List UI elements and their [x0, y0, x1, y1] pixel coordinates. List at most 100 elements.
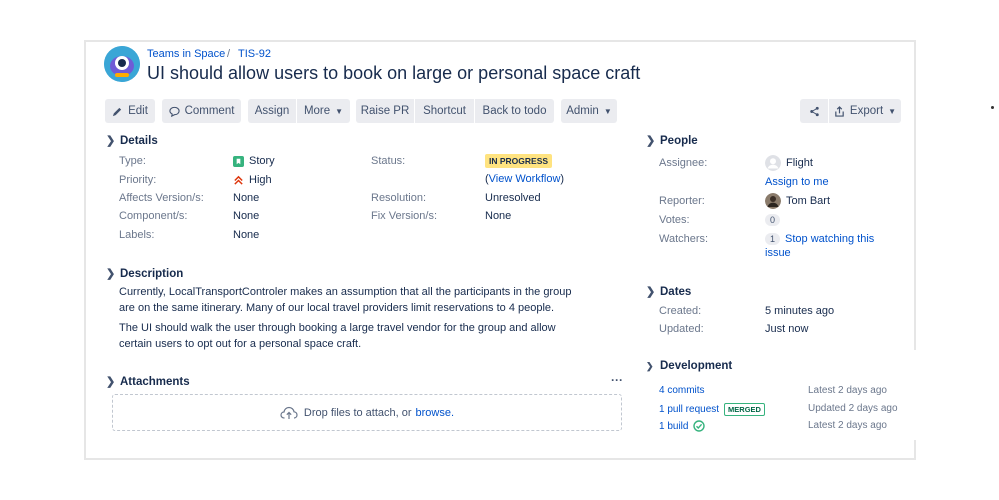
- build-time: Latest 2 days ago: [808, 420, 887, 431]
- breadcrumb-issue-key[interactable]: TIS-92: [238, 48, 271, 60]
- status-label: Status:: [371, 155, 406, 167]
- commits-time: Latest 2 days ago: [808, 385, 887, 396]
- back-to-todo-button[interactable]: Back to todo: [475, 99, 554, 123]
- watchers-count: 1: [765, 233, 781, 245]
- view-workflow-link[interactable]: View Workflow: [489, 173, 561, 185]
- shortcut-label: Shortcut: [423, 105, 466, 117]
- details-heading-label: Details: [120, 134, 158, 147]
- resolution-label: Resolution:: [371, 192, 427, 204]
- more-label: More: [303, 105, 331, 117]
- breadcrumb-project[interactable]: Teams in Space: [147, 48, 225, 60]
- status-value[interactable]: IN PROGRESS: [485, 154, 553, 168]
- stop-watching-link-cont[interactable]: issue: [765, 247, 791, 259]
- chevron-down-icon: ▼: [603, 106, 612, 116]
- description-line: certain users to opt out for a personal …: [119, 338, 362, 350]
- created-value: 5 minutes ago: [765, 305, 835, 317]
- stray-dot: [991, 106, 994, 109]
- commits-link[interactable]: 4 commits: [659, 385, 705, 396]
- assign-button[interactable]: Assign: [248, 99, 296, 123]
- assignee-value[interactable]: Flight: [765, 155, 813, 171]
- type-label: Type:: [119, 155, 146, 167]
- development-heading[interactable]: ❯ Development: [646, 360, 732, 372]
- description-line: Currently, LocalTransportControler makes…: [119, 286, 572, 298]
- avatar: [765, 155, 781, 171]
- admin-button[interactable]: Admin ▼: [561, 99, 617, 123]
- story-icon: [233, 155, 244, 167]
- description-heading[interactable]: ❯ Description: [106, 267, 184, 281]
- edit-label: Edit: [128, 105, 148, 117]
- reporter-value[interactable]: Tom Bart: [765, 193, 830, 209]
- stop-watching-link[interactable]: Stop watching this: [785, 232, 874, 247]
- watchers-value[interactable]: 1 Stop watching this: [765, 232, 874, 247]
- back-to-todo-label: Back to todo: [482, 105, 547, 117]
- resolution-value: Unresolved: [485, 192, 541, 204]
- project-avatar[interactable]: [104, 46, 140, 82]
- priority-label: Priority:: [119, 174, 157, 186]
- merged-badge: MERGED: [724, 403, 765, 416]
- attachments-heading[interactable]: ❯ Attachments: [106, 375, 190, 389]
- priority-high-icon: [234, 175, 243, 185]
- pull-request-label: 1 pull request: [659, 404, 720, 415]
- type-value-text: Story: [249, 155, 275, 167]
- affects-value: None: [233, 192, 260, 204]
- avatar: [765, 193, 781, 209]
- assignee-label: Assignee:: [659, 157, 708, 169]
- share-button[interactable]: [800, 99, 828, 123]
- chevron-right-icon: ❯: [106, 268, 116, 280]
- assign-label: Assign: [254, 105, 290, 117]
- description-heading-label: Description: [120, 267, 184, 280]
- admin-label: Admin: [566, 105, 599, 117]
- people-heading[interactable]: ❯ People: [646, 134, 698, 148]
- export-label: Export: [849, 105, 884, 117]
- share-icon: [809, 106, 819, 116]
- pull-request-link[interactable]: 1 pull request MERGED: [659, 403, 765, 416]
- dates-heading[interactable]: ❯ Dates: [646, 285, 692, 299]
- chevron-right-icon: ❯: [646, 135, 656, 147]
- description-line: are on the same itinerary. Many of our l…: [119, 302, 555, 314]
- pull-request-time: Updated 2 days ago: [808, 403, 898, 414]
- description-paragraph-2: The UI should walk the user through book…: [119, 320, 589, 352]
- edit-button[interactable]: Edit: [105, 99, 155, 123]
- description-line: The UI should walk the user through book…: [119, 322, 556, 334]
- stop-watching-line: Stop watching this: [785, 233, 875, 245]
- view-workflow[interactable]: ( View Workflow ): [485, 173, 564, 185]
- comment-button[interactable]: Comment: [162, 99, 241, 123]
- build-link[interactable]: 1 build: [659, 420, 706, 432]
- updated-value: Just now: [765, 323, 809, 335]
- chevron-down-icon: ▼: [335, 106, 344, 116]
- chevron-down-icon: ▼: [888, 106, 897, 116]
- status-badge: IN PROGRESS: [485, 154, 553, 168]
- browse-link[interactable]: browse.: [416, 407, 455, 419]
- fix-version-label: Fix Version/s:: [371, 210, 438, 222]
- component-value: None: [233, 210, 260, 222]
- drop-text: Drop files to attach, or: [303, 406, 412, 419]
- type-value: Story: [233, 155, 275, 167]
- comment-icon: [168, 106, 180, 117]
- assign-to-me-link[interactable]: Assign to me: [765, 176, 829, 188]
- reporter-name: Tom Bart: [786, 195, 831, 207]
- votes-value[interactable]: 0: [765, 214, 781, 226]
- details-heading[interactable]: ❯ Details: [106, 134, 158, 148]
- upload-cloud-icon: [280, 406, 298, 419]
- attachments-more-button[interactable]: ···: [611, 373, 623, 387]
- labels-label: Labels:: [119, 229, 155, 241]
- attachment-drop-zone[interactable]: Drop files to attach, or browse.: [112, 394, 622, 431]
- updated-label: Updated:: [659, 323, 704, 335]
- chevron-down-icon: ❯: [646, 360, 654, 371]
- reporter-label: Reporter:: [659, 195, 705, 207]
- chevron-right-icon: ❯: [106, 376, 116, 388]
- raise-pr-button[interactable]: Raise PR: [356, 99, 414, 123]
- more-button[interactable]: More ▼: [297, 99, 350, 123]
- priority-value: High: [233, 174, 272, 186]
- votes-count: 0: [765, 214, 781, 226]
- issue-title[interactable]: UI should allow users to book on large o…: [147, 63, 640, 84]
- description-paragraph-1: Currently, LocalTransportControler makes…: [119, 284, 589, 316]
- export-button[interactable]: Export ▼: [829, 99, 901, 123]
- comment-label: Comment: [184, 105, 235, 117]
- build-success-icon: [693, 420, 706, 432]
- dates-heading-label: Dates: [660, 285, 692, 298]
- edit-icon: [112, 107, 122, 116]
- chevron-right-icon: ❯: [106, 135, 116, 147]
- build-label: 1 build: [659, 420, 689, 432]
- shortcut-button[interactable]: Shortcut: [415, 99, 474, 123]
